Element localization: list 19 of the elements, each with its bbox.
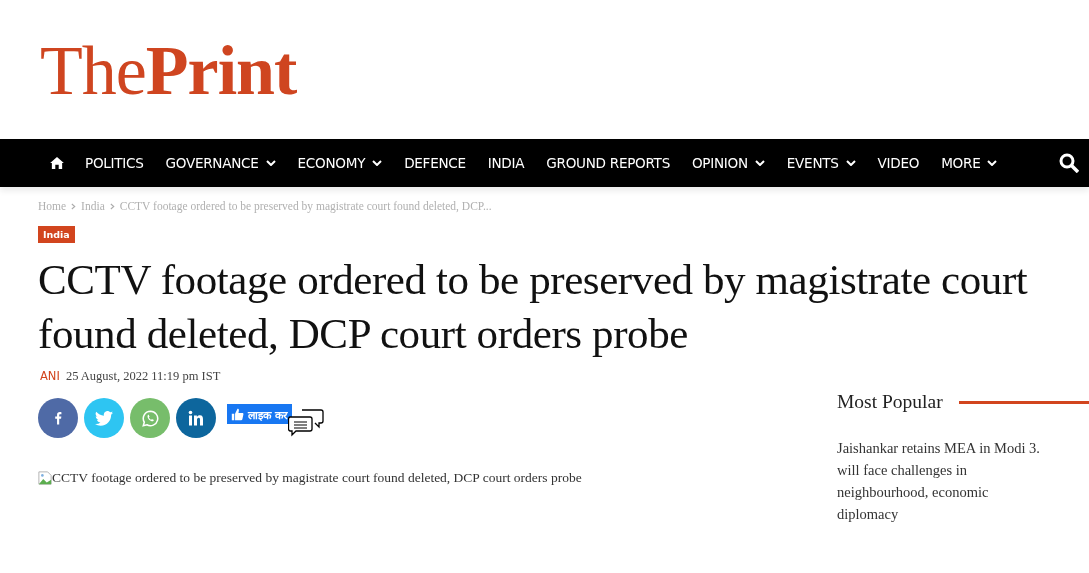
image-alt-text: CCTV footage ordered to be preserved by magistrate court found deleted, DCP court orders probe <box>52 470 582 486</box>
nav-link[interactable]: ECONOMY <box>297 155 383 171</box>
nav-link[interactable]: EVENTS <box>786 155 856 171</box>
nav-link[interactable]: OPINION <box>691 155 765 171</box>
author-link[interactable]: ANI <box>40 369 60 383</box>
nav-link[interactable]: GOVERNANCE <box>165 155 276 171</box>
nav-link[interactable]: POLITICS <box>85 155 144 171</box>
like-button[interactable]: लाइक कर <box>227 404 292 424</box>
nav-link[interactable]: DEFENCE <box>404 155 466 171</box>
nav-link[interactable]: GROUND REPORTS <box>546 155 670 171</box>
nav-link[interactable]: MORE <box>941 155 998 171</box>
category-tag[interactable]: India <box>38 226 75 243</box>
nav-link[interactable]: VIDEO <box>877 155 920 171</box>
article-headline: CCTV footage ordered to be preserved by magistrate court found deleted, DCP court orders probe <box>38 255 1029 359</box>
nav-link[interactable]: INDIA <box>487 155 525 171</box>
publish-date: 25 August, 2022 11:19 pm IST <box>65 369 221 384</box>
logo[interactable]: ThePrint <box>40 35 297 106</box>
popular-article-link[interactable]: Jaishankar retains MEA in Modi 3. will face challenges in neighbourhood, economic diplomacy <box>837 437 1042 525</box>
section-title: Most Popular <box>837 391 943 413</box>
